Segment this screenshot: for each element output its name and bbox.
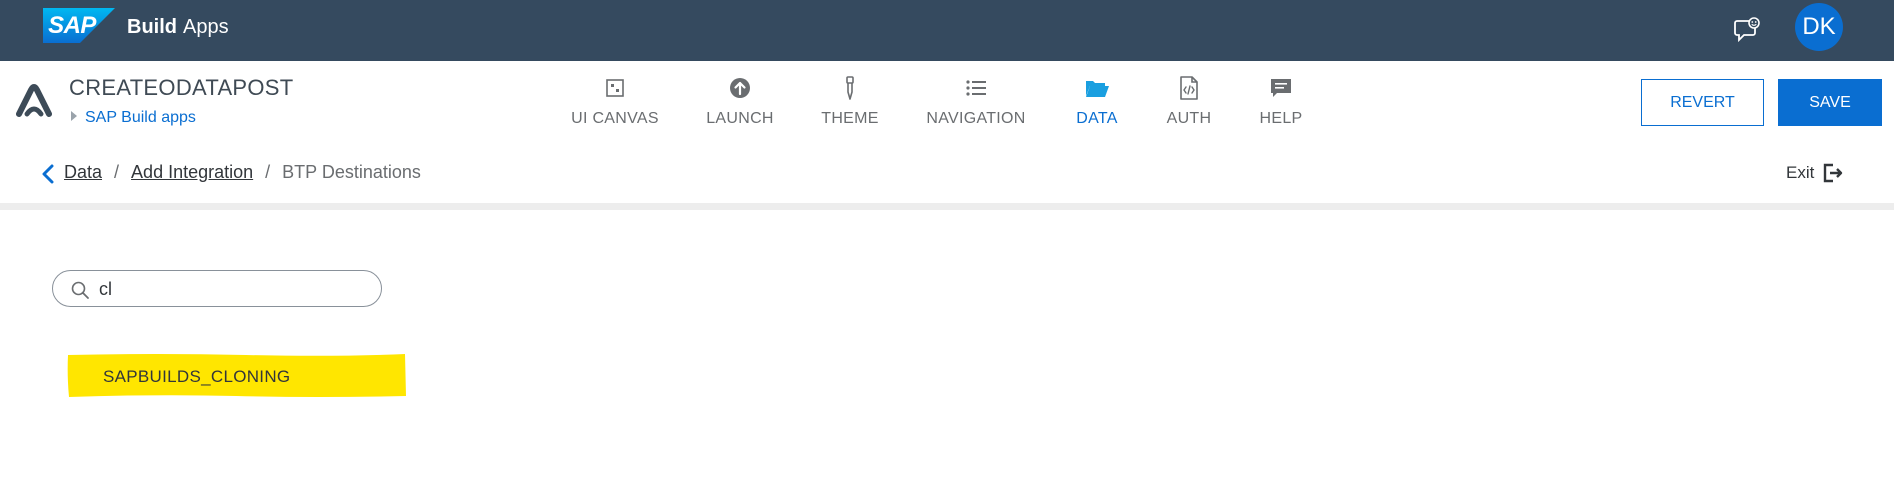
app-logo-icon[interactable] [16, 84, 52, 118]
tab-label: THEME [821, 110, 879, 127]
exit-button[interactable]: Exit [1786, 163, 1844, 183]
destination-list-item[interactable]: SAPBUILDS_CLONING [66, 352, 407, 398]
message-icon [1271, 79, 1291, 97]
breadcrumb-link-add-integration[interactable]: Add Integration [131, 162, 253, 182]
search-field[interactable] [52, 270, 382, 307]
section-divider [0, 203, 1894, 210]
tab-ui-canvas[interactable]: UI CANVAS [569, 75, 661, 135]
breadcrumb-link-data[interactable]: Data [64, 162, 102, 182]
feedback-icon[interactable] [1733, 16, 1761, 44]
tab-data[interactable]: DATA [1072, 75, 1122, 135]
app-header: CREATEODATAPOST SAP Build apps UI CANVAS… [0, 61, 1894, 144]
search-input[interactable] [97, 275, 371, 304]
caret-right-icon [71, 111, 77, 121]
breadcrumb-current: BTP Destinations [282, 162, 421, 182]
tab-label: UI CANVAS [571, 110, 659, 127]
exit-label: Exit [1786, 163, 1815, 182]
upload-circle-icon [730, 78, 750, 98]
save-button[interactable]: SAVE [1778, 79, 1882, 126]
tab-label: AUTH [1166, 110, 1212, 127]
folder-open-icon [1086, 81, 1109, 97]
tab-navigation[interactable]: NAVIGATION [922, 75, 1030, 135]
destination-name: SAPBUILDS_CLONING [103, 367, 291, 386]
revert-button[interactable]: REVERT [1641, 79, 1764, 126]
breadcrumb-separator: / [265, 162, 271, 182]
canvas-icon [606, 79, 624, 97]
dropper-icon [846, 76, 854, 100]
user-avatar[interactable]: DK [1795, 3, 1843, 51]
sap-logo-text: SAP [48, 12, 96, 39]
tab-theme[interactable]: THEME [815, 75, 885, 135]
tab-label: DATA [1076, 110, 1118, 127]
search-icon [71, 281, 89, 299]
sap-logo[interactable]: SAP [43, 8, 115, 43]
shell-bar: SAP Build Apps DK [0, 0, 1894, 61]
tab-auth[interactable]: AUTH [1165, 75, 1213, 135]
project-subtitle-link[interactable]: SAP Build apps [71, 109, 196, 127]
tab-label: LAUNCH [706, 110, 774, 127]
tab-help[interactable]: HELP [1259, 75, 1303, 135]
tab-label: HELP [1259, 110, 1303, 127]
product-name: Apps [183, 16, 229, 38]
product-name-bold: Build [127, 16, 177, 38]
breadcrumb: Data / Add Integration / BTP Destinations [64, 162, 421, 183]
breadcrumb-bar: Data / Add Integration / BTP Destinations Ex… [0, 143, 1894, 203]
chevron-left-icon[interactable] [41, 164, 55, 184]
code-file-icon [1180, 76, 1198, 100]
exit-icon [1824, 163, 1843, 183]
tab-launch[interactable]: LAUNCH [702, 75, 778, 135]
project-subtitle-text: SAP Build apps [85, 109, 196, 126]
list-icon [966, 80, 986, 96]
tab-label: NAVIGATION [926, 110, 1026, 127]
project-title: CREATEODATAPOST [69, 75, 294, 100]
breadcrumb-separator: / [114, 162, 120, 182]
